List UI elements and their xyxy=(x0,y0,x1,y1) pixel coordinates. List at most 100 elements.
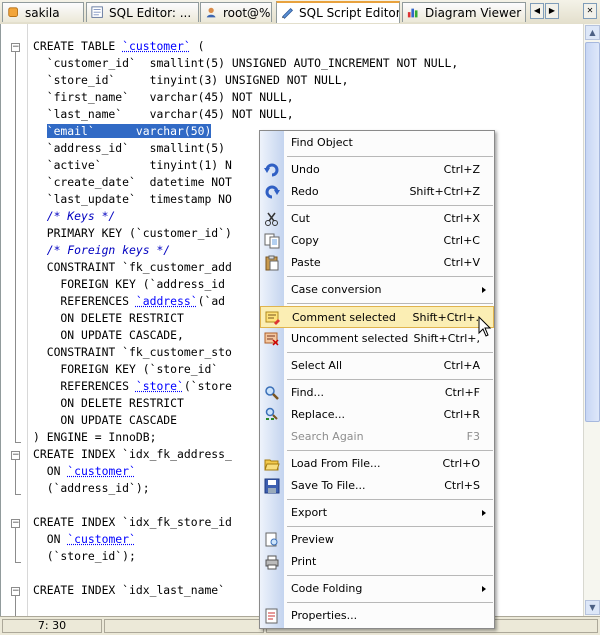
tab-label: Diagram Viewer xyxy=(425,6,521,20)
menu-item-shortcut: Shift+Ctrl+, xyxy=(413,328,480,350)
menu-separator xyxy=(287,303,493,304)
code-line: `store_id` tinyint(3) UNSIGNED NOT NULL, xyxy=(33,72,492,89)
menu-item-properties[interactable]: Properties... xyxy=(260,605,494,627)
tab-1[interactable]: SQL Editor: ... xyxy=(86,2,199,22)
menu-item-code-folding[interactable]: Code Folding xyxy=(260,578,494,600)
code-text: PRIMARY KEY (`customer_id`) xyxy=(33,226,232,240)
menu-separator xyxy=(287,352,493,353)
menu-item-export[interactable]: Export xyxy=(260,502,494,524)
code-text: CONSTRAINT `fk_customer_add xyxy=(33,260,232,274)
menu-item-cut[interactable]: Cut Ctrl+X xyxy=(260,208,494,230)
code-text: `store_id` tinyint(3) UNSIGNED NOT NULL, xyxy=(33,73,348,87)
code-link[interactable]: `customer` xyxy=(67,532,136,546)
editor-tab-bar: sakila SQL Editor: ... root@% SQL Script Ed… xyxy=(0,0,600,25)
tab-4[interactable]: Diagram Viewer xyxy=(402,2,526,22)
menu-item-comment-selected[interactable]: Comment selected Shift+Ctrl+. xyxy=(260,306,494,328)
tab-label: sakila xyxy=(25,6,60,20)
fold-toggle-icon[interactable]: − xyxy=(11,587,20,596)
menu-item-print[interactable]: Print xyxy=(260,551,494,573)
menu-item-label: Select All xyxy=(291,355,342,377)
code-text: ON xyxy=(33,532,67,546)
menu-item-label: Search Again xyxy=(291,426,364,448)
code-text: `first_name` varchar(45) NOT NULL, xyxy=(33,90,294,104)
code-text: ( xyxy=(191,39,205,53)
code-line: `first_name` varchar(45) NOT NULL, xyxy=(33,89,492,106)
menu-separator xyxy=(287,575,493,576)
menu-item-find[interactable]: Find... Ctrl+F xyxy=(260,382,494,404)
menu-item-undo[interactable]: Undo Ctrl+Z xyxy=(260,159,494,181)
menu-item-shortcut: Ctrl+F xyxy=(445,382,480,404)
code-text: `last_name` varchar(45) NOT NULL, xyxy=(33,107,294,121)
code-text: CREATE INDEX `idx_fk_store_id xyxy=(33,515,232,529)
menu-separator xyxy=(287,526,493,527)
menu-item-copy[interactable]: Copy Ctrl+C xyxy=(260,230,494,252)
submenu-arrow-icon xyxy=(482,586,486,592)
menu-item-paste[interactable]: Paste Ctrl+V xyxy=(260,252,494,274)
fold-line xyxy=(15,460,16,494)
tab-scroll-left-button[interactable]: ◀ xyxy=(530,3,544,19)
menu-item-label: Replace... xyxy=(291,404,345,426)
code-text: (`address_id`); xyxy=(33,481,150,495)
fold-end xyxy=(15,442,21,443)
tab-label: SQL Script Editor xyxy=(299,6,400,20)
menu-item-label: Find Object xyxy=(291,132,353,154)
menu-item-save-to-file[interactable]: Save To File... Ctrl+S xyxy=(260,475,494,497)
diagram-icon xyxy=(407,6,421,20)
menu-item-label: Properties... xyxy=(291,605,357,627)
menu-item-label: Preview xyxy=(291,529,334,551)
fold-gutter: − − − − xyxy=(1,24,28,616)
menu-separator xyxy=(287,499,493,500)
mouse-pointer-icon xyxy=(478,316,492,338)
fold-line xyxy=(15,52,16,442)
code-link[interactable]: `customer` xyxy=(122,39,191,53)
submenu-arrow-icon xyxy=(482,510,486,516)
cut-icon xyxy=(264,211,280,227)
comment-icon xyxy=(265,310,281,326)
tab-3[interactable]: SQL Script Editor xyxy=(276,1,400,23)
vertical-scrollbar[interactable]: ▲ ▼ xyxy=(583,24,600,616)
code-text: (`store xyxy=(184,379,232,393)
menu-item-shortcut: Ctrl+X xyxy=(444,208,480,230)
menu-item-find-object[interactable]: Find Object xyxy=(260,132,494,154)
menu-item-case-conversion[interactable]: Case conversion xyxy=(260,279,494,301)
user-icon xyxy=(205,6,219,20)
menu-item-preview[interactable]: Preview xyxy=(260,529,494,551)
fold-end xyxy=(15,562,21,563)
code-text: `customer_id` smallint(5) UNSIGNED AUTO_… xyxy=(33,56,458,70)
menu-item-replace[interactable]: Replace... Ctrl+R xyxy=(260,404,494,426)
menu-separator xyxy=(287,602,493,603)
code-line: CREATE TABLE `customer` ( xyxy=(33,38,492,55)
fold-toggle-icon[interactable]: − xyxy=(11,519,20,528)
cursor-position: 7: 30 xyxy=(2,619,102,633)
close-tab-button[interactable]: ✕ xyxy=(583,3,597,19)
scroll-up-button[interactable]: ▲ xyxy=(585,25,600,40)
tab-0[interactable]: sakila xyxy=(2,2,84,22)
menu-item-load-from-file[interactable]: Load From File... Ctrl+O xyxy=(260,453,494,475)
code-text: FOREIGN KEY (`store_id` xyxy=(33,362,218,376)
code-comment: /* Foreign keys */ xyxy=(33,243,170,257)
menu-item-shortcut: Ctrl+S xyxy=(444,475,480,497)
code-link[interactable]: `address` xyxy=(136,294,198,308)
redo-icon xyxy=(264,184,280,200)
code-link[interactable]: `customer` xyxy=(67,464,136,478)
menu-item-redo[interactable]: Redo Shift+Ctrl+Z xyxy=(260,181,494,203)
code-text: `active` tinyint(1) N xyxy=(33,158,232,172)
tab-label: root@% xyxy=(223,6,270,20)
menu-item-shortcut: Ctrl+Z xyxy=(444,159,480,181)
fold-toggle-icon[interactable]: − xyxy=(11,43,20,52)
submenu-arrow-icon xyxy=(482,287,486,293)
print-icon xyxy=(264,554,280,570)
scroll-thumb[interactable] xyxy=(585,42,600,422)
code-text: REFERENCES xyxy=(33,294,136,308)
tab-scroll-right-button[interactable]: ▶ xyxy=(545,3,559,19)
menu-item-select-all[interactable]: Select All Ctrl+A xyxy=(260,355,494,377)
menu-separator xyxy=(287,379,493,380)
fold-toggle-icon[interactable]: − xyxy=(11,451,20,460)
code-text: CREATE INDEX `idx_last_name` xyxy=(33,583,225,597)
scroll-down-button[interactable]: ▼ xyxy=(585,600,600,615)
menu-item-label: Redo xyxy=(291,181,319,203)
undo-icon xyxy=(264,162,280,178)
code-link[interactable]: `store` xyxy=(136,379,184,393)
menu-item-uncomment-selected[interactable]: Uncomment selected Shift+Ctrl+, xyxy=(260,328,494,350)
tab-2[interactable]: root@% xyxy=(200,2,272,22)
